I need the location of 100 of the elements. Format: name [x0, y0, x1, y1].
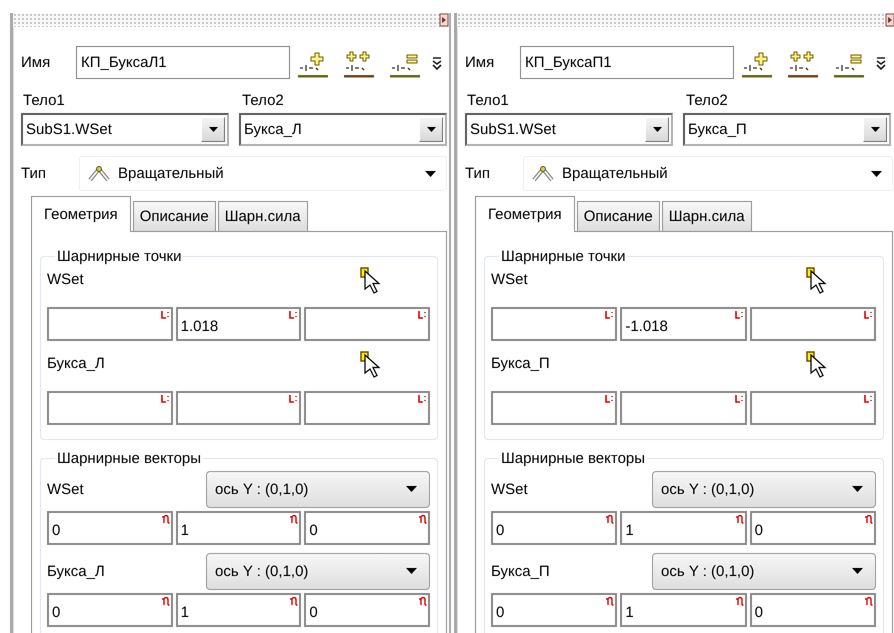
point-label: Букса_П — [491, 354, 550, 372]
vector-field[interactable]: 0 — [47, 593, 173, 627]
unit-icon — [418, 514, 427, 524]
point-label: WSet — [47, 270, 84, 288]
vector-field[interactable]: 0 — [304, 593, 430, 627]
vector-field[interactable]: 0 — [750, 593, 876, 627]
body1-label: Тело1 — [467, 92, 510, 110]
name-field[interactable]: КП_БуксаЛ1 — [76, 46, 290, 79]
unit-icon — [864, 310, 873, 319]
caret-icon — [870, 127, 880, 132]
vector-field[interactable]: 1 — [620, 511, 747, 545]
unit-icon — [605, 596, 614, 606]
coordinate-field[interactable]: 1.018 — [176, 307, 302, 341]
axis-dropdown[interactable]: ось Y : (0,1,0) — [206, 552, 430, 590]
caret-icon — [406, 486, 417, 492]
tab[interactable]: Описание — [132, 201, 216, 231]
unit-icon — [605, 310, 614, 319]
vector-field[interactable]: 0 — [491, 511, 618, 545]
grip-bar[interactable] — [13, 13, 449, 27]
group-title: Шарнирные векторы — [500, 450, 646, 467]
tab[interactable]: Шарн.сила — [662, 201, 752, 231]
hinge-icon — [88, 164, 110, 182]
unit-icon — [289, 596, 298, 606]
pin-icon[interactable] — [439, 13, 449, 27]
group-title: Шарнирные точки — [500, 248, 626, 265]
coordinate-field[interactable] — [750, 307, 876, 341]
tab[interactable]: Геометрия — [31, 196, 131, 232]
unit-icon — [605, 514, 614, 524]
vector-field[interactable]: 0 — [304, 511, 430, 545]
caret-icon — [426, 127, 436, 132]
vector-label: Букса_П — [491, 562, 550, 580]
unit-icon — [418, 310, 427, 319]
dropdown-button[interactable] — [201, 117, 225, 142]
point-label: WSet — [491, 270, 528, 288]
name-label: Имя — [465, 54, 496, 71]
caret-icon — [208, 127, 218, 132]
group-title: Шарнирные векторы — [56, 450, 202, 467]
caret-icon — [425, 170, 436, 176]
caret-icon — [852, 568, 863, 574]
vector-field[interactable]: 1 — [176, 593, 302, 627]
body2-label: Тело2 — [242, 92, 285, 110]
unit-icon — [864, 514, 873, 524]
dropdown-button[interactable] — [863, 117, 887, 142]
unit-icon — [160, 596, 170, 606]
caret-icon — [871, 170, 882, 176]
vector-field[interactable]: 0 — [47, 511, 173, 545]
unit-icon — [734, 394, 744, 403]
vector-field[interactable]: 0 — [750, 511, 876, 545]
unit-icon — [160, 514, 170, 524]
caret-icon — [652, 127, 662, 132]
unit-icon — [734, 514, 744, 524]
vector-label: Букса_Л — [47, 562, 105, 580]
body1-dropdown[interactable]: SubS1.WSet — [465, 113, 673, 146]
coordinate-field[interactable] — [304, 391, 430, 425]
axis-dropdown[interactable]: ось Y : (0,1,0) — [652, 552, 876, 590]
vector-field[interactable]: 0 — [491, 593, 618, 627]
coordinate-field[interactable] — [491, 307, 618, 341]
grip-bar[interactable] — [457, 13, 894, 27]
axis-dropdown[interactable]: ось Y : (0,1,0) — [652, 470, 876, 508]
tab[interactable]: Геометрия — [475, 196, 575, 232]
body2-label: Тело2 — [686, 92, 729, 110]
coordinate-field[interactable] — [620, 391, 747, 425]
name-field[interactable]: КП_БуксаП1 — [520, 46, 734, 79]
coordinate-field[interactable] — [304, 307, 430, 341]
caret-icon — [406, 568, 417, 574]
name-label: Имя — [21, 54, 52, 71]
unit-icon — [418, 394, 427, 403]
coordinate-field[interactable] — [176, 391, 302, 425]
double-chevron-icon[interactable] — [432, 56, 442, 70]
coordinate-field[interactable]: -1.018 — [620, 307, 747, 341]
unit-icon — [605, 394, 614, 403]
type-label: Тип — [21, 165, 48, 182]
body1-label: Тело1 — [23, 92, 66, 110]
vector-field[interactable]: 1 — [620, 593, 747, 627]
type-dropdown[interactable]: Вращательный — [523, 156, 893, 191]
unit-icon — [864, 596, 873, 606]
vector-label: WSet — [47, 480, 84, 498]
tab[interactable]: Описание — [576, 201, 660, 231]
double-chevron-icon[interactable] — [876, 56, 886, 70]
vector-label: WSet — [491, 480, 528, 498]
unit-icon — [289, 394, 298, 403]
body2-dropdown[interactable]: Букса_Л — [239, 113, 447, 146]
coordinate-field[interactable] — [491, 391, 618, 425]
coordinate-field[interactable] — [47, 307, 173, 341]
axis-dropdown[interactable]: ось Y : (0,1,0) — [206, 470, 430, 508]
unit-icon — [160, 310, 170, 319]
body1-dropdown[interactable]: SubS1.WSet — [21, 113, 229, 146]
tab[interactable]: Шарн.сила — [218, 201, 308, 231]
type-dropdown[interactable]: Вращательный — [79, 156, 447, 191]
dropdown-button[interactable] — [419, 117, 443, 142]
pin-icon[interactable] — [885, 13, 894, 27]
unit-icon — [289, 310, 298, 319]
body2-dropdown[interactable]: Букса_П — [683, 113, 891, 146]
dropdown-button[interactable] — [645, 117, 669, 142]
vector-field[interactable]: 1 — [176, 511, 302, 545]
caret-icon — [852, 486, 863, 492]
coordinate-field[interactable] — [750, 391, 876, 425]
coordinate-field[interactable] — [47, 391, 173, 425]
unit-icon — [734, 596, 744, 606]
type-label: Тип — [465, 165, 492, 182]
